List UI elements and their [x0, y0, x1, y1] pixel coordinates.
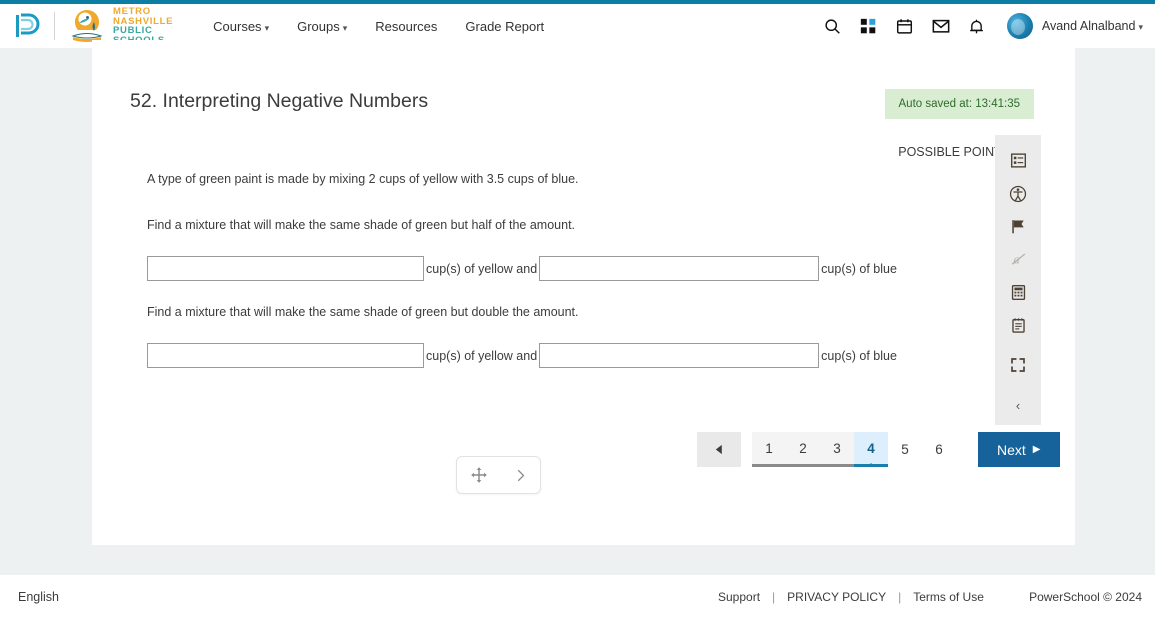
notepad-icon[interactable]	[995, 309, 1041, 342]
collapse-rail-icon[interactable]: ‹	[995, 394, 1041, 416]
search-icon[interactable]	[815, 11, 851, 41]
page-button-2[interactable]: 2	[786, 432, 820, 467]
primary-nav: Courses ▾ Groups ▾ Resources Grade Report	[199, 13, 558, 40]
footer-separator: |	[898, 590, 902, 604]
copyright-label: PowerSchool © 2024	[1029, 590, 1142, 604]
yellow-amount-input-half[interactable]	[147, 256, 424, 281]
chevron-down-icon: ▾	[1138, 22, 1143, 32]
unit-label-blue-1: cup(s) of blue	[821, 261, 897, 276]
question-stem: A type of green paint is made by mixing …	[147, 172, 579, 186]
answer-row-part-2: cup(s) of yellow and cup(s) of blue	[147, 343, 917, 368]
header-actions: Avand Alnalband ▾	[815, 11, 1143, 41]
page-button-3[interactable]: 3	[820, 432, 854, 467]
page-button-6[interactable]: 6	[922, 432, 956, 467]
apps-grid-icon[interactable]	[851, 11, 887, 41]
calculator-icon[interactable]	[995, 276, 1041, 309]
unit-label-blue-2: cup(s) of blue	[821, 348, 897, 363]
user-name-label: Avand Alnalband	[1041, 19, 1136, 33]
page-title: 52. Interpreting Negative Numbers	[130, 90, 429, 112]
nav-item-courses[interactable]: Courses ▾	[199, 13, 283, 40]
question-part-1-prompt: Find a mixture that will make the same s…	[147, 218, 576, 232]
mail-icon[interactable]	[923, 11, 959, 41]
strikethrough-icon: a	[995, 243, 1041, 276]
chevron-down-icon: ▾	[342, 22, 348, 33]
notifications-bell-icon[interactable]	[959, 11, 995, 41]
fullscreen-icon[interactable]	[995, 348, 1041, 381]
nav-item-groups-label: Groups	[297, 18, 340, 34]
user-menu[interactable]: Avand Alnalband ▾	[1042, 19, 1143, 33]
assignment-card: 52. Interpreting Negative Numbers Auto s…	[92, 40, 1075, 545]
next-page-label: Next	[997, 441, 1026, 458]
question-part-2-prompt: Find a mixture that will make the same s…	[147, 305, 579, 319]
calendar-icon[interactable]	[887, 11, 923, 41]
page-button-5[interactable]: 5	[888, 432, 922, 467]
question-list-icon[interactable]	[995, 144, 1041, 177]
page-footer: English Support | PRIVACY POLICY | Terms…	[0, 575, 1155, 624]
chevron-down-icon: ▾	[264, 22, 270, 33]
language-selector[interactable]: English	[18, 590, 59, 604]
nav-item-grade-report[interactable]: Grade Report	[451, 13, 558, 40]
autosave-status-badge: Auto saved at: 13:41:35	[884, 89, 1034, 119]
tool-rail: a	[995, 135, 1041, 425]
footer-link-terms-of-use[interactable]: Terms of Use	[913, 590, 984, 604]
footer-link-support[interactable]: Support	[718, 590, 760, 604]
nav-item-courses-label: Courses	[213, 18, 262, 34]
chevron-right-icon[interactable]	[513, 468, 528, 483]
move-widget	[456, 456, 541, 494]
accessibility-icon[interactable]	[995, 177, 1041, 210]
unit-label-yellow-1: cup(s) of yellow and	[426, 261, 538, 276]
nav-item-groups[interactable]: Groups ▾	[283, 13, 361, 40]
avatar[interactable]	[1006, 13, 1033, 39]
unit-label-yellow-2: cup(s) of yellow and	[426, 348, 538, 363]
page-button-4[interactable]: 4	[854, 432, 888, 467]
logo-divider	[54, 12, 55, 40]
question-body: A type of green paint is made by mixing …	[147, 170, 917, 368]
blue-amount-input-half[interactable]	[539, 256, 820, 281]
flag-icon[interactable]	[995, 210, 1041, 243]
yellow-amount-input-double[interactable]	[147, 343, 424, 368]
move-arrows-icon[interactable]	[470, 466, 488, 484]
footer-links: Support | PRIVACY POLICY | Terms of Use	[718, 590, 984, 604]
footer-link-privacy-policy[interactable]: PRIVACY POLICY	[787, 590, 886, 604]
answer-row-part-1: cup(s) of yellow and cup(s) of blue	[147, 256, 917, 281]
page-button-1[interactable]: 1	[752, 432, 786, 467]
previous-page-button[interactable]	[697, 432, 741, 467]
pagination: 1 2 3 4 5 6 Next ▶	[697, 432, 1060, 467]
blue-amount-input-double[interactable]	[539, 343, 820, 368]
next-page-button[interactable]: Next ▶	[978, 432, 1060, 467]
powerschool-logo-icon[interactable]	[12, 11, 42, 41]
nav-item-resources[interactable]: Resources	[361, 13, 451, 40]
triangle-right-icon: ▶	[1032, 444, 1041, 455]
footer-separator: |	[772, 590, 776, 604]
